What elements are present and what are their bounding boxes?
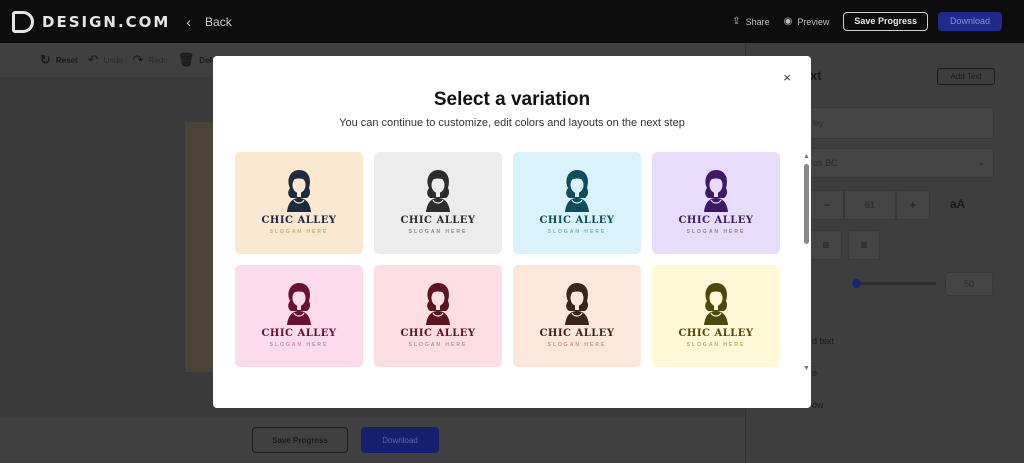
redo-icon: ↷ xyxy=(132,52,144,67)
top-header: DESIGN.COM ‹ Back ⇪ Share ◉ Preview Save… xyxy=(0,0,1024,43)
share-label: Share xyxy=(745,16,770,27)
bottom-download-button[interactable]: Download xyxy=(361,427,439,453)
woman-portrait-icon xyxy=(287,283,311,325)
redo-label: Redo xyxy=(148,55,168,65)
chevron-down-icon: ⌄ xyxy=(977,157,985,167)
variation-slogan: SLOGAN HERE xyxy=(547,342,607,348)
download-button[interactable]: Download xyxy=(937,12,1002,31)
logo-text: DESIGN.COM xyxy=(42,12,171,31)
variation-card[interactable]: CHIC ALLEY SLOGAN HERE xyxy=(374,152,502,254)
variation-slogan: SLOGAN HERE xyxy=(547,229,607,235)
text-align-group: ≡ ≡ xyxy=(810,230,880,260)
reset-label: Reset xyxy=(55,55,78,65)
text-case-button[interactable]: aA xyxy=(950,197,965,211)
add-text-button[interactable]: Add Text xyxy=(937,68,995,85)
variation-card[interactable]: CHIC ALLEY SLOGAN HERE xyxy=(235,265,363,367)
share-icon: ⇪ xyxy=(732,16,741,27)
chevron-left-icon: ‹ xyxy=(186,13,192,30)
variation-brand-name: CHIC ALLEY xyxy=(400,328,476,339)
variation-slogan: SLOGAN HERE xyxy=(686,342,746,348)
header-actions: ⇪ Share ◉ Preview Save Progress Download xyxy=(732,0,1002,43)
preview-label: Preview xyxy=(797,16,830,27)
variation-card[interactable]: CHIC ALLEY SLOGAN HERE xyxy=(652,265,780,367)
variation-brand-name: CHIC ALLEY xyxy=(539,215,615,226)
redo-button[interactable]: ↷ Redo xyxy=(133,52,168,68)
scroll-down-arrow-icon[interactable]: ▼ xyxy=(803,365,810,372)
trash-icon: 🗑 xyxy=(177,52,195,67)
logo[interactable]: DESIGN.COM xyxy=(12,10,171,33)
variation-card[interactable]: CHIC ALLEY SLOGAN HERE xyxy=(374,265,502,367)
close-icon[interactable]: × xyxy=(783,70,791,85)
slider-value-field[interactable]: 50 xyxy=(945,272,993,296)
woman-portrait-icon xyxy=(426,170,450,212)
variation-brand-name: CHIC ALLEY xyxy=(261,215,337,226)
slider-handle[interactable] xyxy=(852,279,861,288)
variation-slogan: SLOGAN HERE xyxy=(408,342,468,348)
font-size-increase-button[interactable]: + xyxy=(896,190,930,220)
font-size-stepper: − 61 + xyxy=(810,190,930,220)
font-size-decrease-button[interactable]: − xyxy=(810,190,844,220)
variation-brand-name: CHIC ALLEY xyxy=(261,328,337,339)
option-label-2[interactable]: e xyxy=(812,368,817,378)
woman-portrait-icon xyxy=(704,170,728,212)
align-center-icon[interactable]: ≡ xyxy=(810,230,842,260)
preview-button[interactable]: ◉ Preview xyxy=(784,16,830,27)
modal-title: Select a variation xyxy=(433,89,591,110)
back-button[interactable]: ‹ Back xyxy=(186,14,231,30)
variation-slogan: SLOGAN HERE xyxy=(269,342,329,348)
font-size-value[interactable]: 61 xyxy=(844,190,896,220)
variation-slogan: SLOGAN HERE xyxy=(269,229,329,235)
align-right-icon[interactable]: ≡ xyxy=(848,230,880,260)
text-content-field[interactable]: ley xyxy=(810,107,994,139)
back-label: Back xyxy=(205,14,232,29)
variation-card[interactable]: CHIC ALLEY SLOGAN HERE xyxy=(513,265,641,367)
bottom-save-progress-button[interactable]: Save Progress xyxy=(252,427,348,453)
font-select-value: us BC xyxy=(813,158,838,168)
save-progress-button[interactable]: Save Progress xyxy=(843,12,928,31)
undo-button[interactable]: ↶ Undo xyxy=(88,52,123,68)
delete-button[interactable]: 🗑 Dele xyxy=(178,52,216,68)
eye-icon: ◉ xyxy=(783,16,793,27)
woman-portrait-icon xyxy=(287,170,311,212)
option-label-3[interactable]: ow xyxy=(812,400,824,410)
select-variation-modal: × Select a variation You can continue to… xyxy=(213,56,811,408)
woman-portrait-icon xyxy=(565,283,589,325)
variation-card[interactable]: CHIC ALLEY SLOGAN HERE xyxy=(235,152,363,254)
share-button[interactable]: ⇪ Share xyxy=(732,16,769,27)
spacing-slider[interactable] xyxy=(852,279,936,288)
woman-portrait-icon xyxy=(704,283,728,325)
modal-subtitle: You can continue to customize, edit colo… xyxy=(339,117,685,129)
variation-grid: CHIC ALLEY SLOGAN HERE CHIC ALLEY SLOGAN HE… xyxy=(235,152,780,370)
undo-label: Undo xyxy=(103,55,123,65)
undo-icon: ↶ xyxy=(87,52,99,67)
variation-brand-name: CHIC ALLEY xyxy=(400,215,476,226)
variation-brand-name: CHIC ALLEY xyxy=(678,328,754,339)
panel-title: xt xyxy=(810,68,822,83)
font-select[interactable]: us BC ⌄ xyxy=(810,148,994,178)
option-label-1[interactable]: d text xyxy=(812,336,834,346)
scrollbar-thumb[interactable] xyxy=(804,164,809,244)
variation-brand-name: CHIC ALLEY xyxy=(539,328,615,339)
variation-slogan: SLOGAN HERE xyxy=(408,229,468,235)
variation-card[interactable]: CHIC ALLEY SLOGAN HERE xyxy=(513,152,641,254)
reset-icon: ↻ xyxy=(40,52,51,67)
woman-portrait-icon xyxy=(426,283,450,325)
reset-button[interactable]: ↻ Reset xyxy=(40,52,78,68)
logo-mark-icon xyxy=(12,10,34,33)
variation-card[interactable]: CHIC ALLEY SLOGAN HERE xyxy=(652,152,780,254)
scroll-up-arrow-icon[interactable]: ▲ xyxy=(803,153,810,160)
variation-brand-name: CHIC ALLEY xyxy=(678,215,754,226)
variation-slogan: SLOGAN HERE xyxy=(686,229,746,235)
woman-portrait-icon xyxy=(565,170,589,212)
